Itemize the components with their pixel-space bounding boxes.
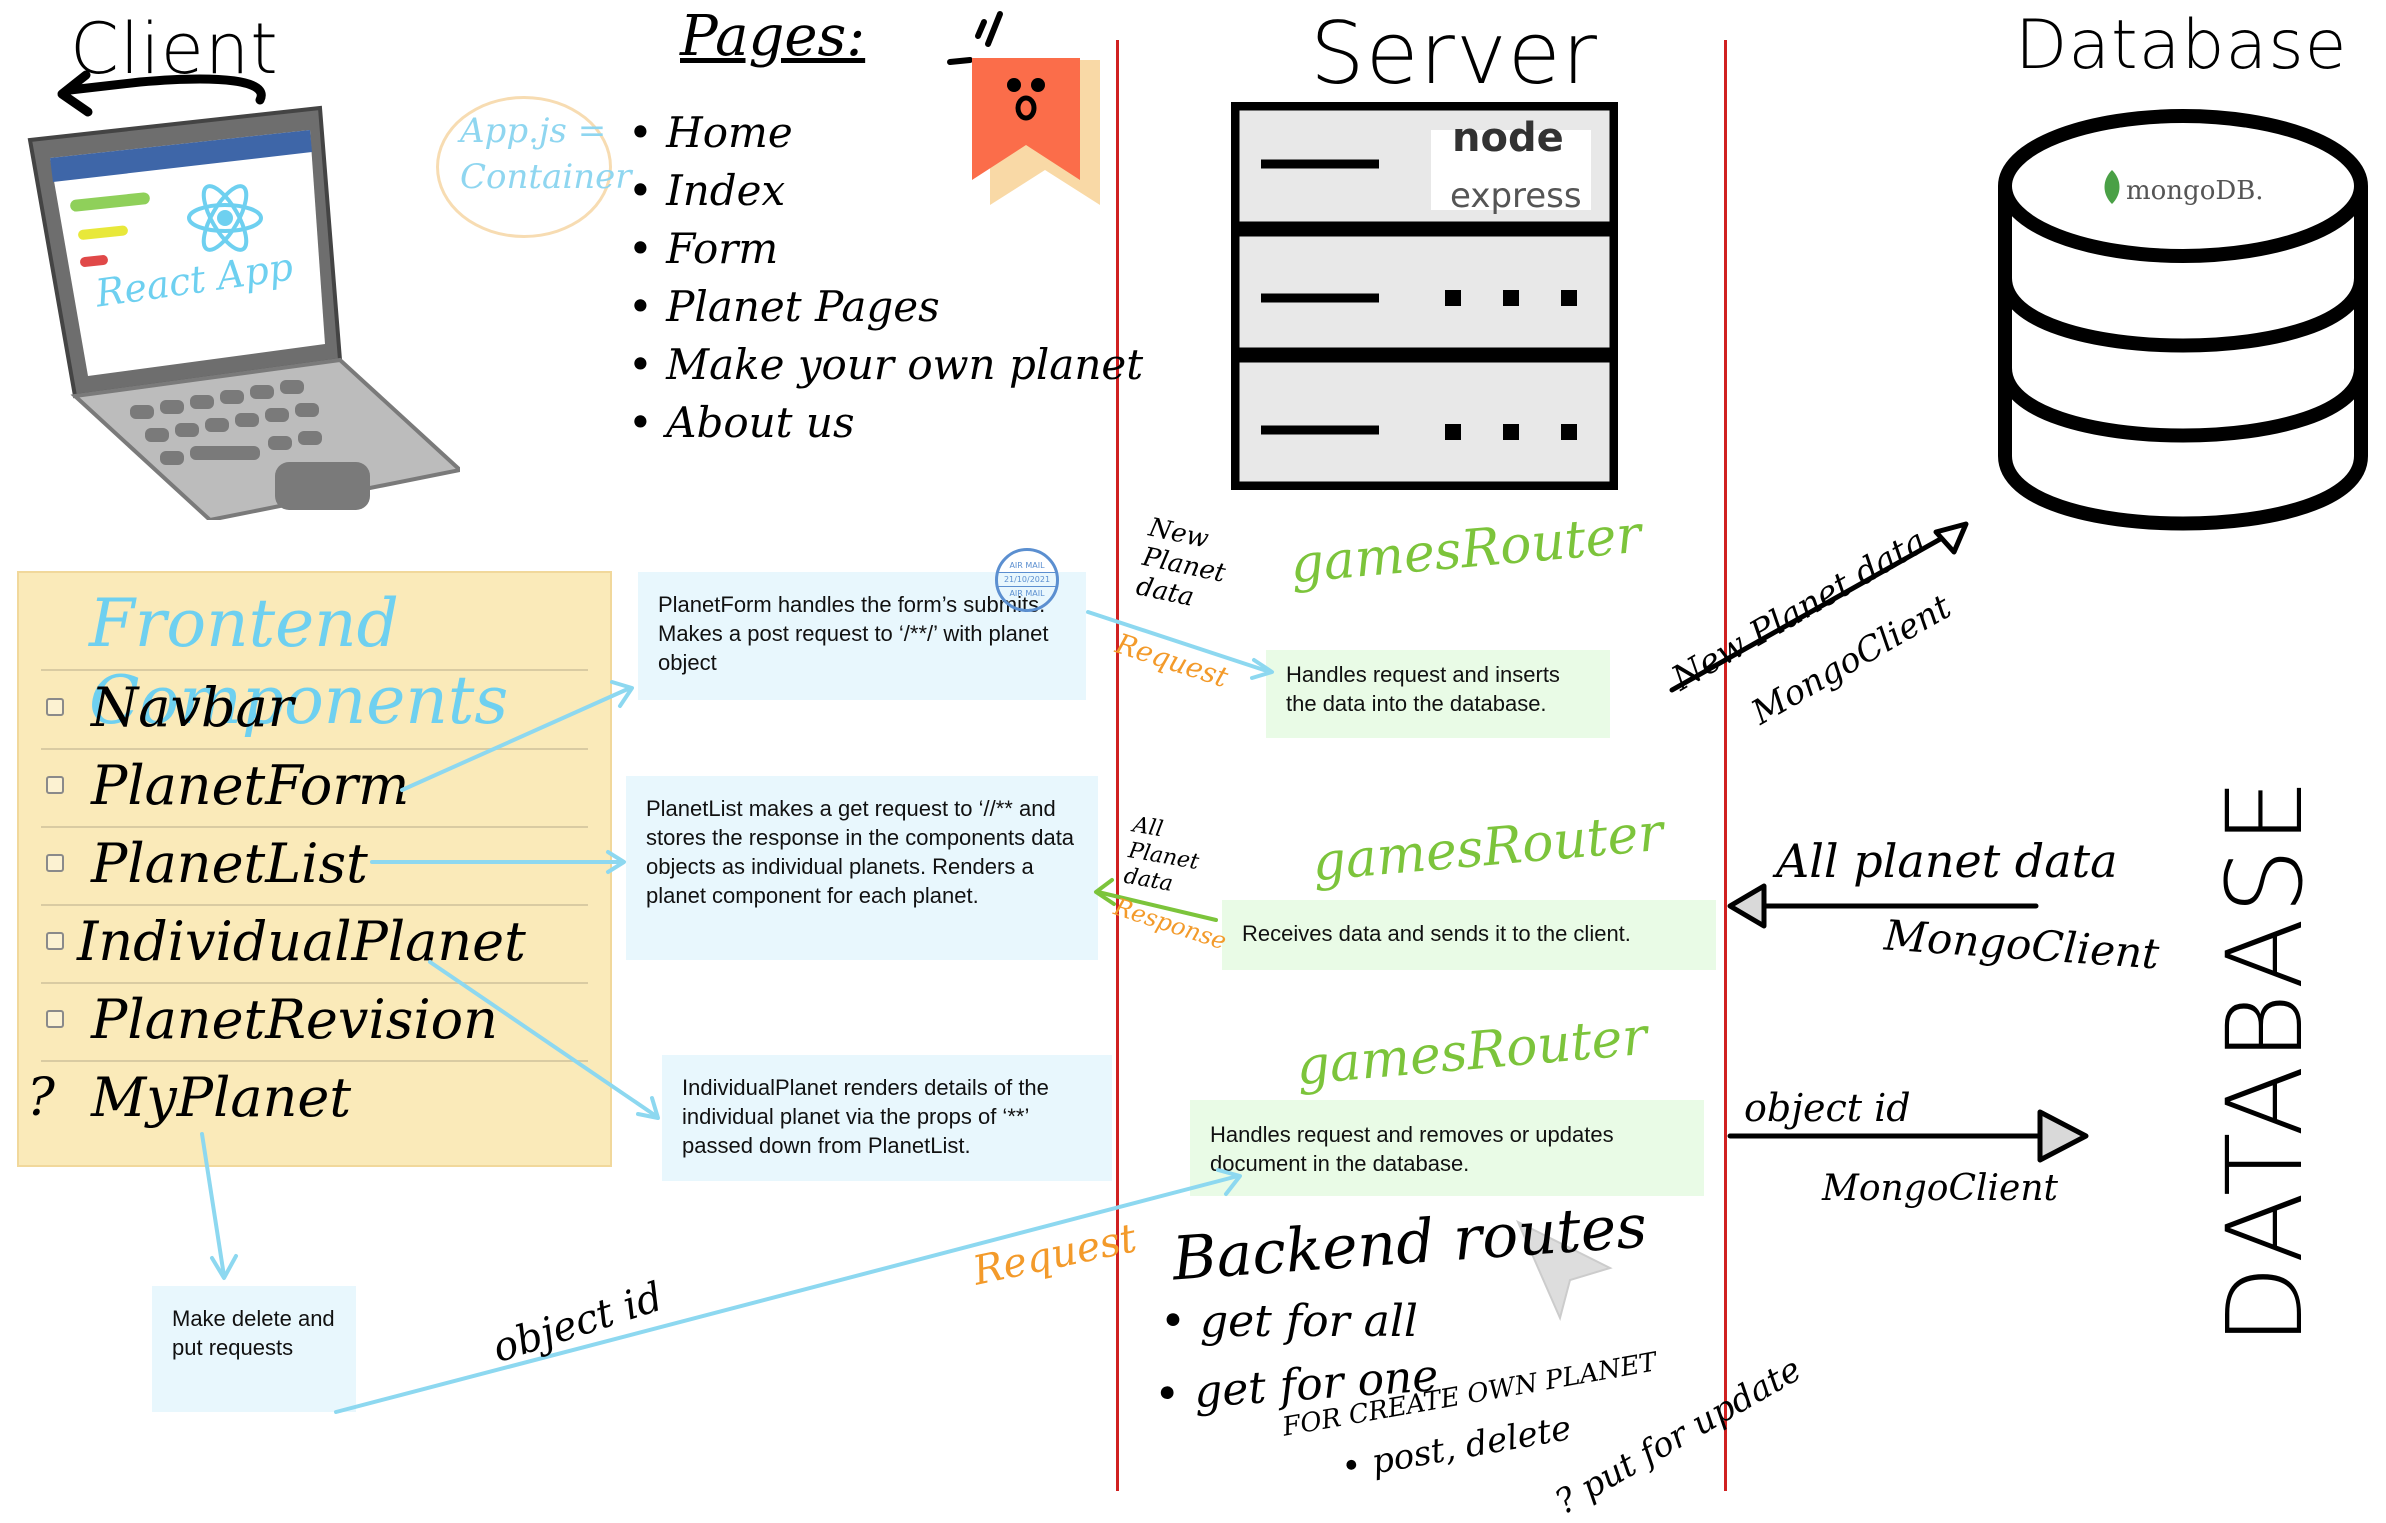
myplanet-arrow <box>200 1132 226 1278</box>
all-planet-data-label: All Planet data <box>1121 812 1201 897</box>
delete-put-arrow <box>334 1174 1240 1414</box>
db-object-id-label: object id <box>1744 1086 1911 1130</box>
db-mongo-client-label-3: MongoClient <box>1822 1168 2058 1209</box>
backend-route-item: • get for all <box>1160 1296 1418 1347</box>
db-all-planet-label: All planet data <box>1776 834 2118 888</box>
planetform-arrow <box>400 686 632 792</box>
individualplanet-arrow <box>428 960 658 1118</box>
